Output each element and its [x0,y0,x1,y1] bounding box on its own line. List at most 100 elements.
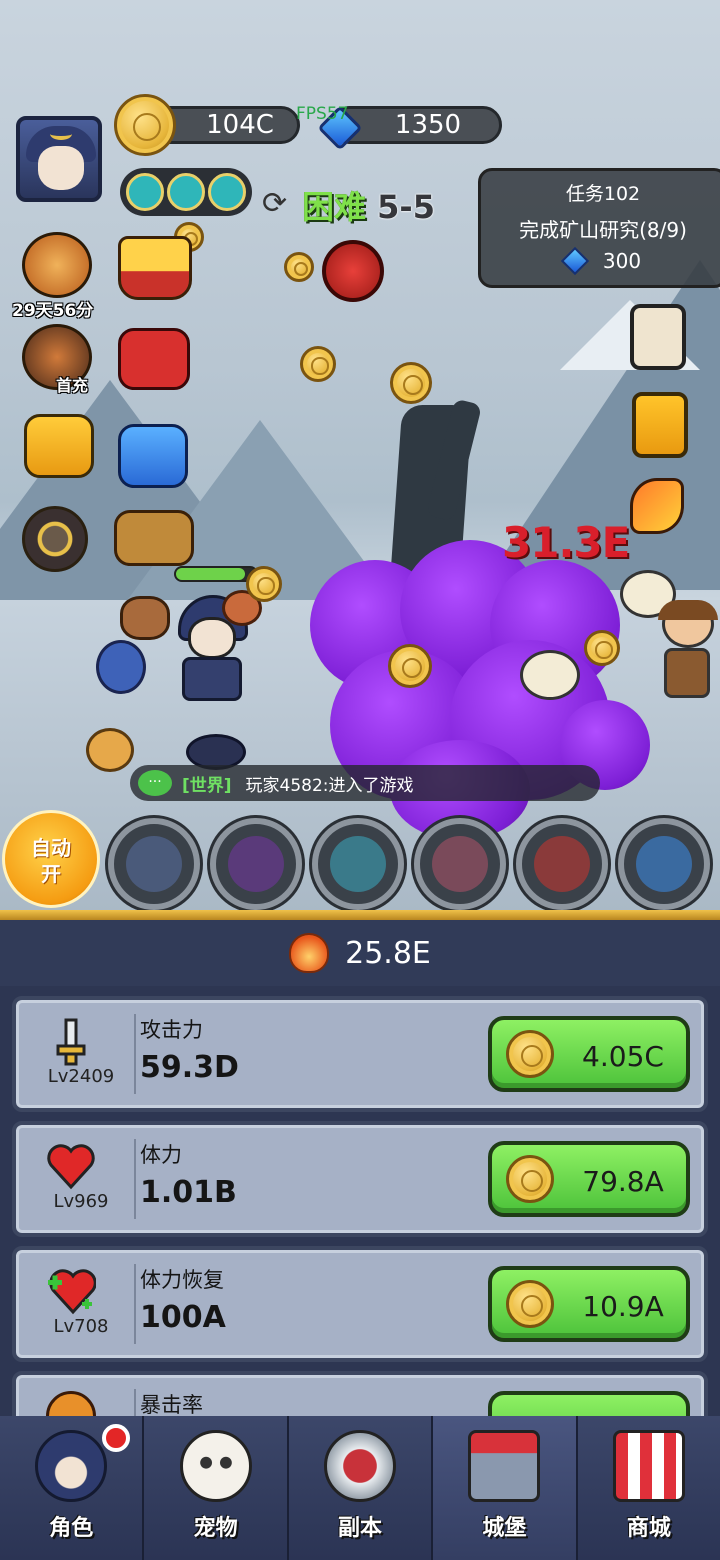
tab-label: 宠物 [193,1516,238,1541]
tab-shop[interactable]: 商城 [577,1416,720,1560]
notebook-icon[interactable] [632,392,688,458]
castle-icon [468,1430,541,1502]
divider [134,1389,136,1416]
buff-speed-icon[interactable] [208,173,246,211]
notification-dot [102,1424,131,1452]
upgrade-cost: 79.8A [582,1165,664,1198]
combat-power-value: 25.8E [345,935,431,971]
skill-jester-button[interactable] [414,818,506,910]
upgrade-hp: Lv969 体力 1.01B 79.8A [12,1121,708,1237]
upgrade-cost: 4.05C [582,1040,664,1073]
skill-dragon-button[interactable] [618,818,710,910]
upgrade-crit-rate: 暴击率 [12,1371,708,1416]
upgrade-hp-regen: Lv708 体力恢复 100A 10.9A [12,1246,708,1362]
crossed-swords-icon [324,1430,397,1502]
skeleton-enemy[interactable] [520,650,580,700]
first-charge-label: 首充 [56,376,89,395]
panda-icon [179,1430,252,1502]
upgrade-hp-buy-button[interactable]: 79.8A [488,1141,690,1217]
fps-counter: FPS57 [296,104,349,124]
chat-channel: [世界] [182,775,232,796]
panel-divider [0,910,720,920]
quest-panel[interactable]: 任务102 完成矿山研究(8/9) 300 [478,168,720,288]
event-monkey-icon[interactable] [22,232,92,298]
tab-pet[interactable]: 宠物 [144,1416,289,1560]
caveman-enemy[interactable] [654,600,720,700]
gem-icon [560,246,590,276]
divider [134,1139,136,1219]
upgrade-level: Lv2409 [47,1066,115,1087]
tab-label: 角色 [49,1516,94,1541]
upgrade-name: 体力 [140,1143,182,1167]
auto-toggle-button[interactable]: 自动 开 [2,810,100,908]
auto-label: 自动 [31,836,71,860]
player-avatar[interactable] [16,116,102,202]
chat-message: 玩家4582:进入了游戏 [245,775,414,796]
clipboard-icon[interactable] [630,304,686,370]
ranking-podium-icon[interactable] [114,510,194,566]
coin-drop[interactable] [388,644,432,688]
shop-bag-icon[interactable] [24,414,94,478]
shop-stall-icon [612,1430,685,1502]
upgrade-level: Lv969 [53,1191,109,1212]
coin-drop[interactable] [390,362,432,404]
tab-character[interactable]: 角色 [0,1416,145,1560]
heart-icon [47,1144,95,1190]
gem-amount: 1350 [394,110,462,140]
event-timer: 29天56分 [12,301,94,321]
video-ad-icon[interactable] [118,424,188,488]
tab-label: 商城 [626,1516,671,1541]
wheel-icon[interactable] [22,506,88,572]
pet-owl [86,728,134,772]
upgrade-list[interactable]: Lv2409 攻击力 59.3D 4.05C Lv969 体力 1.01B 79… [0,986,720,1416]
upgrade-name: 攻击力 [140,1018,203,1042]
combat-power-row: 25.8E [0,920,720,986]
refresh-icon[interactable]: ⟳ [262,186,287,221]
pet-bird-blue [96,640,146,694]
party-hat-icon[interactable] [630,478,684,534]
claw-icon [46,1391,96,1416]
quest-reward-amount: 300 [602,249,642,273]
tab-dungeon[interactable]: 副本 [288,1416,434,1560]
upgrade-attack-buy-button[interactable]: 4.05C [488,1016,690,1092]
divider [134,1264,136,1344]
boss-challenge-icon[interactable] [322,240,384,302]
skill-bomb-button[interactable] [108,818,200,910]
tab-label: 城堡 [482,1516,527,1541]
skill-bat-button[interactable] [210,818,302,910]
bottom-nav[interactable]: 角色 宠物 副本 城堡 商城 [0,1416,720,1560]
tab-castle[interactable]: 城堡 [433,1416,578,1560]
quest-title: 任务102 [565,183,641,205]
upgrade-value: 100A [140,1300,226,1335]
upgrade-name: 体力恢复 [140,1268,224,1292]
coin-icon [114,94,176,156]
coin-icon [506,1280,554,1328]
upgrade-level: Lv708 [53,1316,109,1337]
upgrade-hp-regen-buy-button[interactable]: 10.9A [488,1266,690,1342]
flame-icon [289,933,330,973]
buff-gold-icon[interactable] [126,173,164,211]
divider [134,1014,136,1094]
skill-sword-button[interactable] [516,818,608,910]
stage-indicator: 困难 5-5 [302,182,435,228]
coin-drop[interactable] [246,566,282,602]
upgrade-cost: 10.9A [582,1290,664,1323]
upgrade-name: 暴击率 [140,1393,203,1416]
coin-drop[interactable] [584,630,620,666]
gift-timer-icon[interactable] [118,328,190,390]
world-chat-bar[interactable]: ··· [世界] 玩家4582:进入了游戏 [130,765,600,801]
sword-icon [56,1018,86,1066]
coin-drop[interactable] [284,252,314,282]
difficulty-label: 困难 [302,188,367,226]
battle-scene: 31.3E 104C 1350 FPS57 ⟳ 困难 5-5 任务102 完成矿… [0,0,720,912]
quest-description: 完成矿山研究(8/9) [519,218,687,242]
buff-attack-icon[interactable] [167,173,205,211]
skill-comet-button[interactable] [312,818,404,910]
buff-bar[interactable] [120,168,252,216]
upgrade-value: 1.01B [140,1175,237,1210]
upgrade-attack: Lv2409 攻击力 59.3D 4.05C [12,996,708,1112]
upgrade-crit-buy-button[interactable] [488,1391,690,1416]
tab-label: 副本 [338,1516,383,1541]
coin-drop[interactable] [300,346,336,382]
crown-vip-icon[interactable] [118,236,192,300]
